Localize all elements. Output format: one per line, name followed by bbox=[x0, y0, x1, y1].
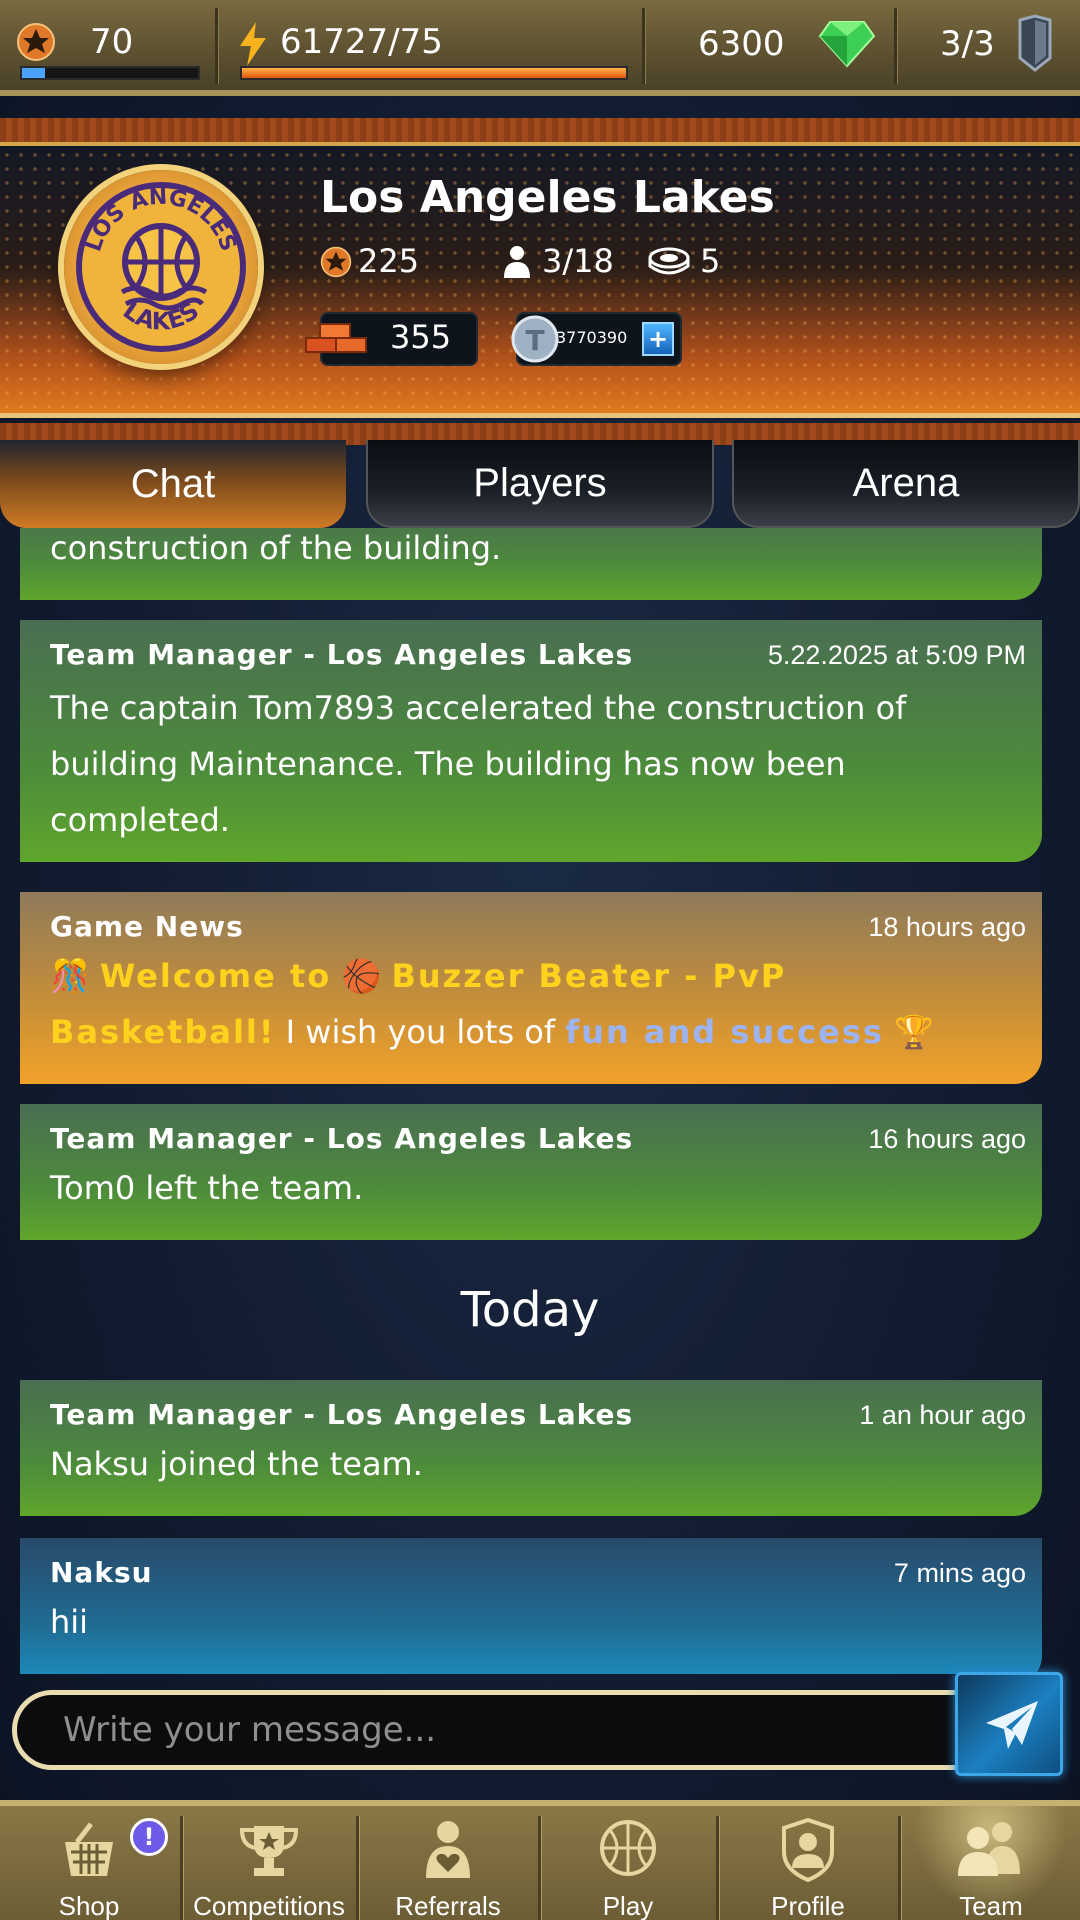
game-title-line2: Basketball! bbox=[50, 1013, 276, 1051]
team-members: 3/18 bbox=[542, 242, 614, 280]
team-icon bbox=[958, 1822, 1020, 1876]
level-value: 70 bbox=[90, 22, 134, 62]
energy-progress-bar bbox=[240, 66, 628, 80]
chat-feed[interactable]: construction of the building. Team Manag… bbox=[0, 528, 1080, 1674]
add-tokens-button[interactable]: + bbox=[642, 322, 674, 356]
basketball-icon bbox=[600, 1820, 656, 1876]
energy-value: 61727/75 bbox=[280, 22, 443, 62]
welcome-text: Welcome to bbox=[100, 957, 332, 995]
nav-play-label: Play bbox=[602, 1891, 654, 1920]
message-author: Naksu bbox=[50, 1556, 153, 1589]
profile-shield-icon bbox=[782, 1818, 834, 1882]
basket-icon bbox=[65, 1822, 113, 1876]
message-text: The captain Tom7893 accelerated the cons… bbox=[50, 689, 907, 839]
team-logo: LOS ANGELES LAKES bbox=[64, 170, 258, 364]
rating-star-icon bbox=[320, 246, 352, 278]
message-time: 7 mins ago bbox=[893, 1558, 1026, 1588]
nav-play[interactable]: Play bbox=[542, 1806, 714, 1920]
energy-widget[interactable]: 61727/75 bbox=[220, 0, 640, 88]
top-status-bar: 70 61727/75 6300 3/3 bbox=[0, 0, 1080, 96]
bricks-icon bbox=[305, 323, 367, 353]
message-author: Team Manager - Los Angeles Lakes bbox=[50, 1122, 634, 1155]
gem-icon bbox=[818, 21, 876, 68]
message-time: 18 hours ago bbox=[868, 912, 1026, 942]
nav-competitions-label: Competitions bbox=[193, 1891, 345, 1920]
shields-widget[interactable]: 3/3 bbox=[898, 0, 1080, 88]
plus-icon: + bbox=[647, 325, 669, 353]
team-rating: 225 bbox=[358, 242, 420, 280]
message-author: Team Manager - Los Angeles Lakes bbox=[50, 638, 634, 671]
team-name: Los Angeles Lakes bbox=[320, 172, 775, 223]
message-text: hii bbox=[50, 1603, 89, 1641]
message-composer bbox=[12, 1690, 1002, 1770]
shields-value: 3/3 bbox=[940, 24, 995, 64]
nav-referrals-label: Referrals bbox=[395, 1891, 501, 1920]
shop-alert-badge: ! bbox=[130, 1818, 168, 1856]
tab-chat[interactable]: Chat bbox=[0, 440, 346, 528]
basketball-emoji-icon: 🏀 bbox=[341, 957, 382, 995]
tab-arena-label: Arena bbox=[852, 460, 960, 505]
message-input[interactable] bbox=[17, 1695, 997, 1765]
svg-text:T: T bbox=[525, 324, 544, 357]
wish-text: I wish you lots of bbox=[285, 1013, 556, 1051]
nav-profile[interactable]: Profile bbox=[720, 1806, 896, 1920]
party-popper-icon: 🎊 bbox=[50, 957, 90, 995]
level-widget[interactable]: 70 bbox=[0, 0, 215, 88]
tab-chat-label: Chat bbox=[130, 461, 216, 506]
member-icon bbox=[504, 246, 530, 278]
chat-message: Team Manager - Los Angeles Lakes 16 hour… bbox=[20, 1104, 1042, 1240]
message-text: 🎊 Welcome to 🏀 Buzzer Beater - PvP Baske… bbox=[50, 948, 1026, 1060]
lightning-icon bbox=[240, 22, 266, 66]
trophy-icon bbox=[239, 1826, 299, 1876]
tab-players-label: Players bbox=[473, 460, 607, 505]
message-text: Tom0 left the team. bbox=[50, 1169, 364, 1207]
message-author: Team Manager - Los Angeles Lakes bbox=[50, 1398, 634, 1431]
send-button[interactable] bbox=[955, 1672, 1063, 1776]
shield-icon bbox=[1018, 14, 1052, 72]
tokens-value: 3770390 bbox=[556, 328, 628, 347]
team-arenas: 5 bbox=[700, 242, 721, 280]
arena-icon bbox=[648, 247, 690, 275]
news-message: Game News 18 hours ago 🎊 Welcome to 🏀 Bu… bbox=[20, 892, 1042, 1084]
gems-value: 6300 bbox=[698, 24, 785, 64]
star-medal-icon bbox=[17, 23, 55, 61]
user-message: Naksu 7 mins ago hii bbox=[20, 1538, 1042, 1674]
day-separator: Today bbox=[460, 1282, 600, 1338]
tab-players[interactable]: Players bbox=[366, 440, 714, 528]
token-coin-icon: T bbox=[511, 315, 559, 363]
message-time: 1 an hour ago bbox=[859, 1400, 1026, 1430]
trophy-emoji-icon: 🏆 bbox=[894, 1013, 934, 1051]
level-progress-bar bbox=[20, 66, 200, 80]
message-time: 5.22.2025 at 5:09 PM bbox=[767, 640, 1026, 670]
nav-referrals[interactable]: Referrals bbox=[360, 1806, 536, 1920]
nav-competitions[interactable]: Competitions bbox=[184, 1806, 354, 1920]
tab-arena[interactable]: Arena bbox=[732, 440, 1080, 528]
game-title-line1: Buzzer Beater - PvP bbox=[391, 957, 787, 995]
bricks-value: 355 bbox=[390, 318, 452, 356]
nav-shop-label: Shop bbox=[58, 1891, 120, 1920]
header-trim-top bbox=[0, 118, 1080, 146]
message-text: Naksu joined the team. bbox=[50, 1445, 423, 1483]
message-time: 16 hours ago bbox=[868, 1124, 1026, 1154]
send-icon bbox=[986, 1701, 1038, 1749]
highlight-text: fun and success bbox=[565, 1013, 884, 1051]
message-author: Game News bbox=[50, 910, 244, 943]
nav-profile-label: Profile bbox=[771, 1891, 845, 1920]
bottom-nav: Shop Competitions Referrals Play Profile… bbox=[0, 1800, 1080, 1920]
nav-team[interactable]: Team bbox=[902, 1806, 1080, 1920]
chat-message: construction of the building. bbox=[20, 528, 1042, 600]
chat-message: Team Manager - Los Angeles Lakes 5.22.20… bbox=[20, 620, 1042, 862]
nav-team-label: Team bbox=[959, 1891, 1023, 1920]
gems-widget[interactable]: 6300 bbox=[646, 0, 892, 88]
message-text: construction of the building. bbox=[50, 529, 502, 567]
person-heart-icon bbox=[426, 1821, 470, 1878]
chat-message: Team Manager - Los Angeles Lakes 1 an ho… bbox=[20, 1380, 1042, 1516]
